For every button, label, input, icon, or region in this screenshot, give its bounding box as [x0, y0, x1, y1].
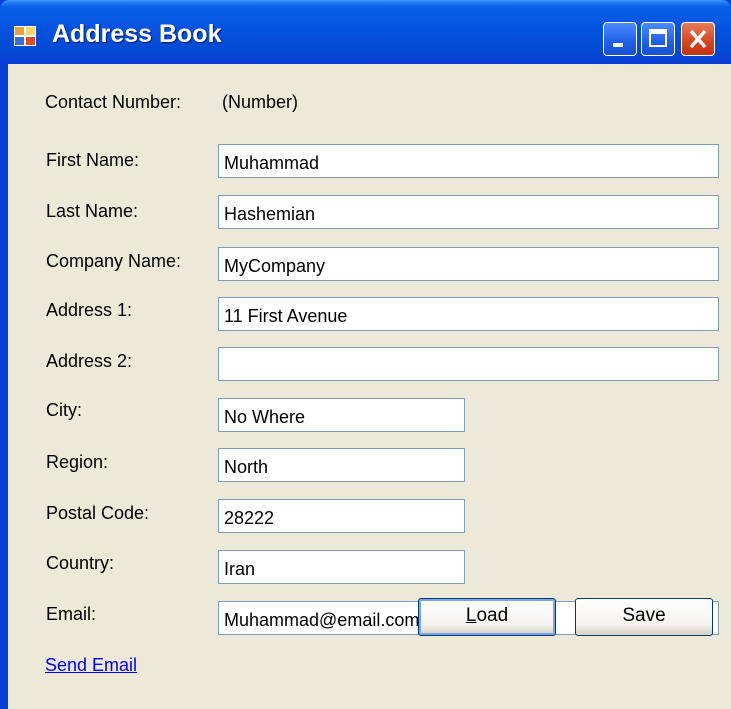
- maximize-button[interactable]: [641, 22, 675, 56]
- first-name-field[interactable]: [218, 144, 719, 178]
- close-button[interactable]: [681, 22, 715, 56]
- region-field[interactable]: [218, 448, 465, 482]
- postal-code-label: Postal Code:: [46, 503, 150, 523]
- country-field[interactable]: [218, 550, 465, 584]
- contact-number-value: (Number): [222, 92, 299, 112]
- address1-label: Address 1:: [46, 300, 133, 320]
- first-name-label: First Name:: [46, 150, 140, 170]
- load-button-mnemonic: L: [465, 605, 477, 626]
- address-book-window: Address Book Contact Number: (Number) Fi…: [0, 0, 731, 709]
- close-icon: [689, 29, 707, 49]
- address1-field[interactable]: [218, 297, 719, 331]
- maximize-icon: [649, 29, 667, 47]
- load-button-label: oad: [476, 605, 509, 626]
- postal-code-field[interactable]: [218, 499, 465, 533]
- load-button[interactable]: Load: [418, 598, 556, 636]
- city-field[interactable]: [218, 398, 465, 432]
- email-label: Email:: [46, 604, 97, 624]
- last-name-label: Last Name:: [46, 201, 139, 221]
- save-button[interactable]: Save: [575, 598, 713, 636]
- send-email-link[interactable]: Send Email: [45, 654, 137, 676]
- minimize-icon: [613, 43, 623, 47]
- region-label: Region:: [46, 452, 109, 472]
- company-name-field[interactable]: [218, 247, 719, 281]
- country-label: Country:: [46, 553, 115, 573]
- address2-label: Address 2:: [46, 351, 133, 371]
- title-bar[interactable]: Address Book: [0, 0, 731, 64]
- window-title: Address Book: [52, 20, 222, 48]
- app-window-icon: [14, 26, 36, 46]
- address2-field[interactable]: [218, 347, 719, 381]
- contact-number-label: Contact Number:: [45, 92, 182, 112]
- city-label: City:: [46, 400, 82, 420]
- minimize-button[interactable]: [603, 22, 637, 56]
- last-name-field[interactable]: [218, 195, 719, 229]
- company-name-label: Company Name:: [46, 251, 182, 271]
